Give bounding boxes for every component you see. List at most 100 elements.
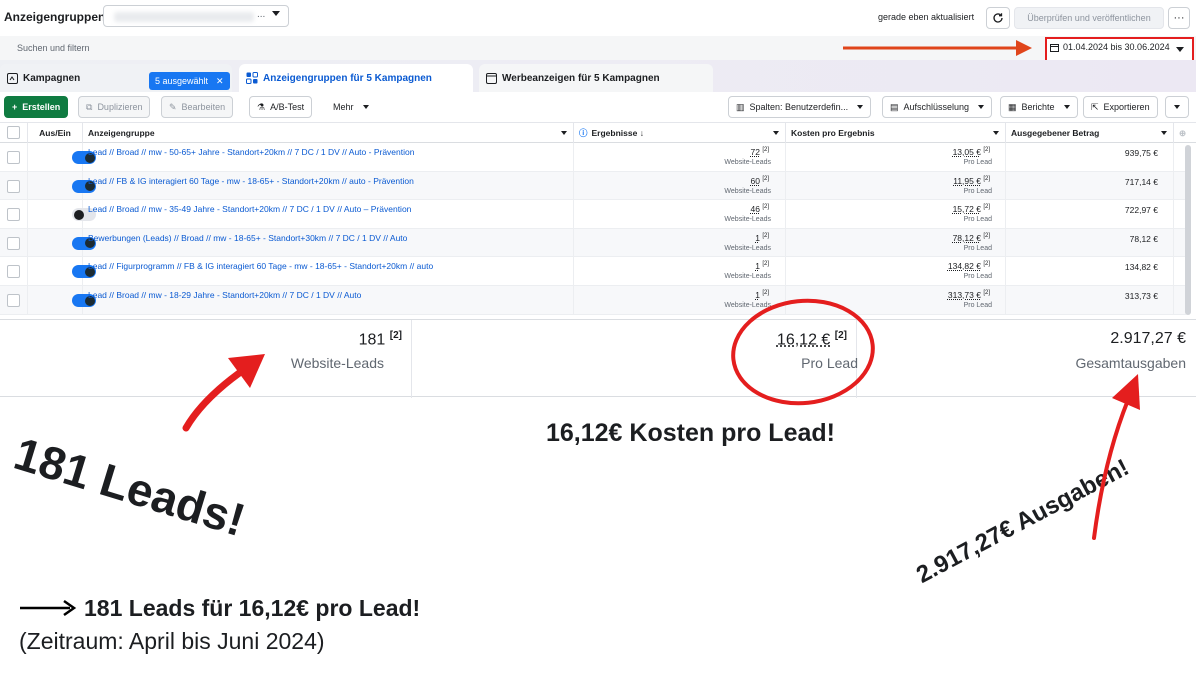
row-checkbox[interactable] — [7, 179, 20, 193]
col-spent-label: Ausgegebener Betrag — [1011, 128, 1100, 138]
tab-adsets[interactable]: Anzeigengruppen für 5 Kampagnen — [239, 64, 473, 92]
adsets-table: Aus/Ein Anzeigengruppe ⓘ Ergebnisse ↓ Kos… — [0, 123, 1196, 319]
adset-name-link[interactable]: Lead // Broad // mw - 35-49 Jahre - Stan… — [88, 204, 411, 214]
results-subtext: Website-Leads — [724, 302, 771, 309]
top-bar: Anzeigengruppen ... gerade eben aktualis… — [0, 0, 1196, 36]
results-subtext: Website-Leads — [724, 187, 771, 195]
col-spent[interactable]: Ausgegebener Betrag — [1006, 123, 1174, 143]
flask-icon: ⚗ — [257, 101, 266, 112]
more-options-button[interactable]: ··· — [1168, 7, 1190, 29]
results-number: 60 — [750, 175, 760, 186]
reports-label: Berichte — [1021, 102, 1055, 112]
summary-spent-label: Gesamtausgaben — [1075, 355, 1186, 371]
adset-name-link[interactable]: Lead // Broad // mw - 18-29 Jahre - Stan… — [88, 290, 361, 300]
row-checkbox[interactable] — [7, 265, 20, 279]
tab-campaigns[interactable]: Kampagnen 5 ausgewählt ✕ — [0, 64, 232, 92]
calendar-icon — [1050, 43, 1059, 52]
table-row[interactable]: Lead // Broad // mw - 50-65+ Jahre - Sta… — [0, 143, 1186, 172]
row-checkbox[interactable] — [7, 236, 20, 250]
select-all-checkbox[interactable] — [7, 126, 20, 139]
col-results[interactable]: ⓘ Ergebnisse ↓ — [574, 123, 786, 143]
row-checkbox[interactable] — [7, 208, 20, 222]
select-cell — [0, 228, 28, 257]
page-title: Anzeigengruppen — [4, 10, 106, 24]
table-row[interactable]: Lead // Broad // mw - 18-29 Jahre - Stan… — [0, 286, 1186, 315]
table-row[interactable]: Lead // FB & IG interagiert 60 Tage - mw… — [0, 171, 1186, 201]
spent-value: 939,75 € — [1124, 148, 1158, 158]
adset-name-link[interactable]: Lead // Figurprogramm // FB & IG interag… — [88, 261, 433, 271]
summary-divider — [411, 320, 412, 398]
table-row[interactable]: Lead // Broad // mw - 35-49 Jahre - Stan… — [0, 200, 1186, 229]
col-adset[interactable]: Anzeigengruppe — [83, 123, 574, 143]
adset-name-link[interactable]: Lead // Broad // mw - 50-65+ Jahre - Sta… — [88, 147, 414, 157]
info-icon: ⓘ — [579, 128, 588, 138]
review-publish-button[interactable]: Überprüfen und veröffentlichen — [1014, 7, 1164, 29]
selected-badge[interactable]: 5 ausgewählt ✕ — [149, 72, 230, 90]
cost-number: 11,95 € — [953, 175, 981, 186]
summary-results-label: Website-Leads — [290, 355, 384, 371]
search-row: Suchen und filtern — [0, 36, 1196, 60]
ad-icon — [486, 72, 497, 84]
ab-test-label: A/B-Test — [270, 102, 305, 112]
results-cell — [574, 286, 786, 314]
account-selector[interactable]: ... — [103, 5, 289, 27]
tab-ads[interactable]: Werbeanzeigen für 5 Kampagnen — [479, 64, 713, 92]
col-cost[interactable]: Kosten pro Ergebnis — [786, 123, 1006, 143]
adset-name-link[interactable]: Bewerbungen (Leads) // Broad // mw - 18-… — [88, 233, 407, 243]
table-scrollbar[interactable] — [1185, 145, 1191, 315]
results-value: 1 [2] — [755, 261, 769, 271]
refresh-button[interactable] — [986, 7, 1010, 29]
row-checkbox[interactable] — [7, 294, 20, 307]
duplicate-button[interactable]: ⧉ Duplizieren — [78, 96, 151, 118]
edit-button[interactable]: ✎ Bearbeiten — [161, 96, 234, 118]
cost-subtext: Pro Lead — [963, 273, 992, 281]
add-column-icon[interactable]: ⊕ — [1174, 123, 1196, 143]
results-subtext: Website-Leads — [724, 159, 771, 166]
cost-number: 15,72 € — [952, 204, 981, 215]
summary-spent-value: 2.917,27 € — [1110, 330, 1186, 347]
columns-dropdown[interactable]: ▥ Spalten: Benutzerdefin... — [728, 96, 872, 118]
close-icon[interactable]: ✕ — [216, 76, 224, 87]
select-all-cell — [0, 123, 28, 143]
export-dropdown[interactable] — [1165, 96, 1189, 118]
selected-count: 5 ausgewählt — [155, 76, 209, 86]
export-button[interactable]: ⇱ Exportieren — [1083, 96, 1158, 118]
breakdown-dropdown[interactable]: ▤ Aufschlüsselung — [882, 96, 993, 118]
folder-icon — [7, 72, 18, 84]
annotation-summary-line: 181 Leads für 16,12€ pro Lead! — [84, 595, 421, 621]
results-cell — [574, 228, 786, 257]
cost-subtext: Pro Lead — [963, 302, 992, 309]
chevron-down-icon — [773, 131, 779, 135]
chevron-down-icon — [561, 131, 567, 135]
results-subtext: Website-Leads — [724, 273, 771, 281]
table-row[interactable]: Bewerbungen (Leads) // Broad // mw - 18-… — [0, 228, 1186, 258]
row-checkbox[interactable] — [7, 151, 20, 164]
toggle-cell — [28, 228, 96, 257]
col-adset-label: Anzeigengruppe — [88, 128, 155, 138]
cost-value: 134,82 € [2] — [948, 261, 990, 271]
select-cell — [0, 257, 28, 285]
toggle-cell — [28, 143, 96, 171]
chevron-down-icon — [1174, 105, 1180, 109]
footnote-ref: [2] — [762, 175, 769, 182]
adset-name-link[interactable]: Lead // FB & IG interagiert 60 Tage - mw… — [88, 176, 414, 186]
col-onoff[interactable]: Aus/Ein — [28, 123, 83, 143]
chevron-down-icon — [857, 105, 864, 109]
chevron-down-icon — [1161, 131, 1167, 135]
create-button[interactable]: + Erstellen — [4, 96, 69, 118]
more-dropdown[interactable]: Mehr — [325, 96, 377, 118]
footnote-ref: [2] — [983, 204, 990, 211]
col-cost-label: Kosten pro Ergebnis — [791, 128, 875, 138]
table-row[interactable]: Lead // Figurprogramm // FB & IG interag… — [0, 257, 1186, 286]
cost-value: 78,12 € [2] — [953, 233, 990, 243]
reports-dropdown[interactable]: ▦ Berichte — [1000, 96, 1078, 118]
ab-test-button[interactable]: ⚗ A/B-Test — [249, 96, 313, 118]
toggle-cell — [28, 171, 96, 200]
export-label: Exportieren — [1103, 102, 1150, 112]
cost-value: 11,95 € [2] — [953, 176, 990, 186]
spent-value: 313,73 € — [1124, 291, 1158, 301]
search-input[interactable]: Suchen und filtern — [17, 43, 90, 53]
footnote-ref: [2] — [983, 147, 990, 154]
cost-number: 13,05 € — [952, 147, 981, 157]
summary-results: 181 [2] — [359, 330, 402, 349]
